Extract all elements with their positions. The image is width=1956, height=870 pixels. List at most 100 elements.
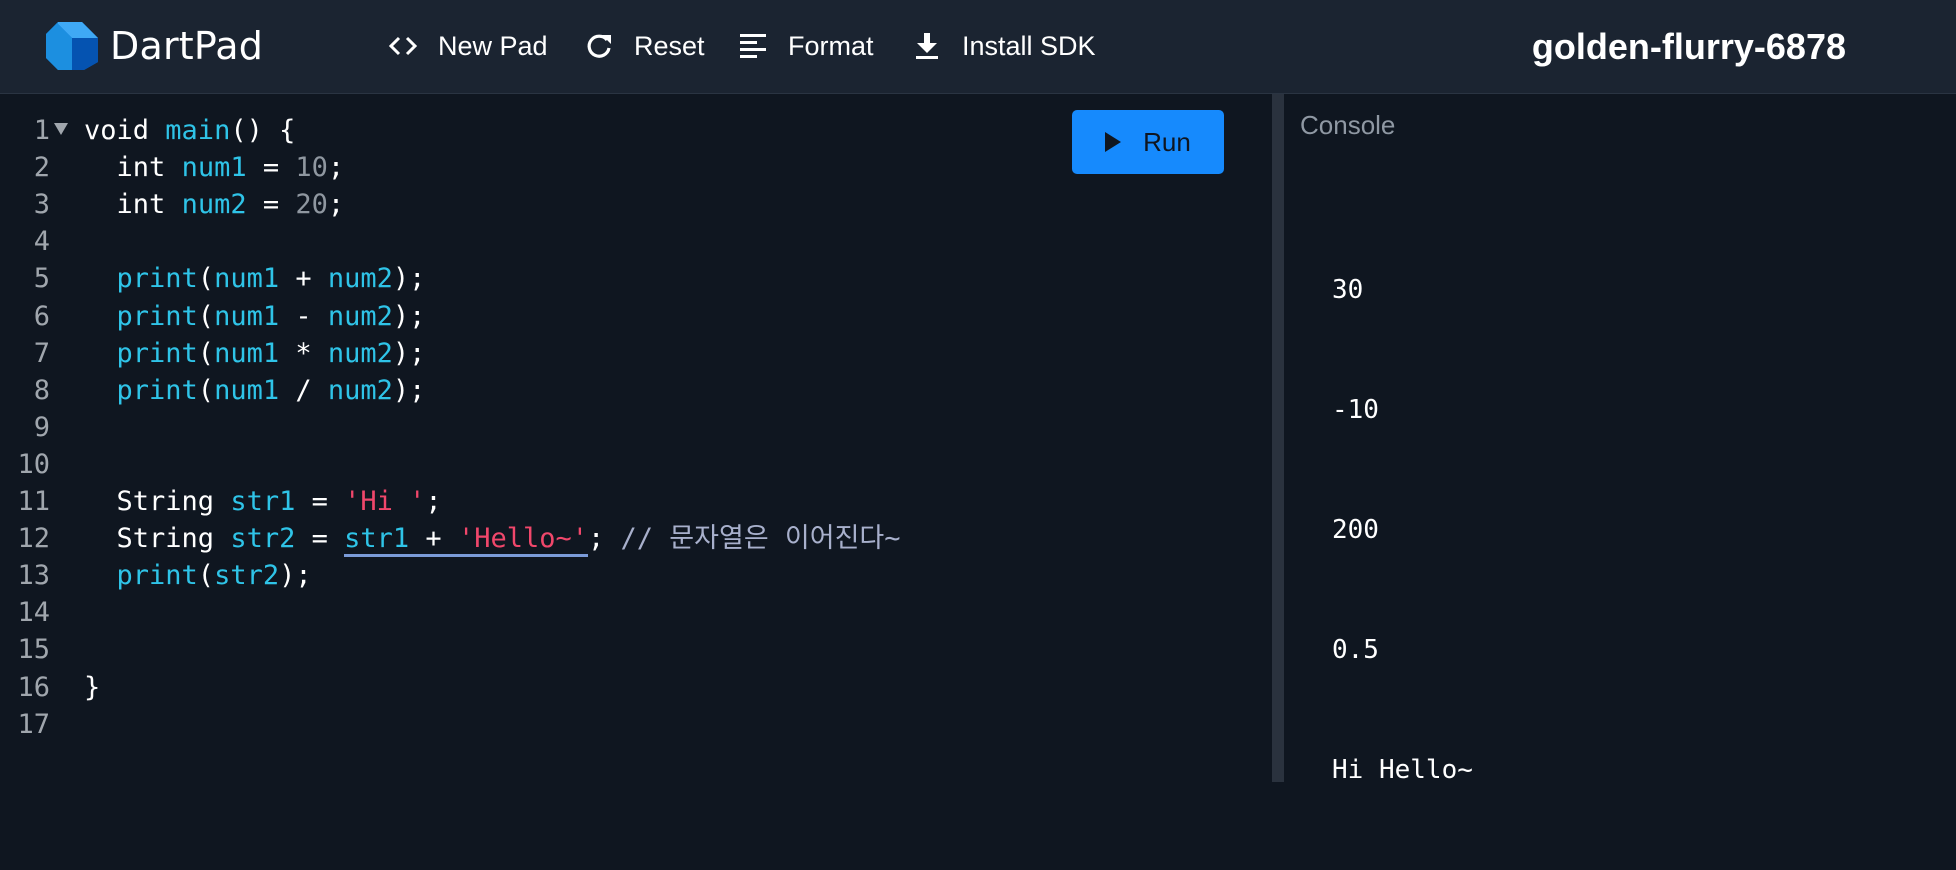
code-token: } (84, 671, 101, 703)
code-token: 10 (295, 152, 328, 184)
code-token: 20 (295, 189, 328, 221)
code-token: main (165, 115, 231, 146)
code-token: = (246, 152, 296, 184)
code-token: str2 (214, 560, 280, 592)
console-line: 30 (1332, 275, 1364, 305)
code-editor[interactable]: 1 void main() {2 int num1 = 10; 3 int num2… (0, 94, 1272, 782)
line-number: 2 (33, 152, 50, 184)
dart-logo-icon (46, 22, 98, 70)
project-name[interactable]: golden-flurry-6878 (1532, 22, 1846, 72)
code-line[interactable]: 13 print(str2); (0, 557, 1260, 594)
code-text: String str1 = 'Hi '; (84, 483, 442, 520)
line-number: 8 (33, 374, 50, 406)
code-token: ( (197, 300, 215, 332)
code-line[interactable]: 11 String str1 = 'Hi '; (0, 483, 1260, 520)
code-token: num2 (327, 337, 393, 369)
code-token: ; (327, 152, 345, 184)
code-token: / (279, 374, 328, 406)
reset-label: Reset (634, 30, 705, 61)
line-number: 3 (33, 189, 50, 221)
fold-arrow-icon[interactable] (54, 123, 68, 135)
code-line[interactable]: 14 (0, 594, 1260, 631)
code-token: String (116, 523, 215, 555)
top-bar: DartPad New Pad Reset Format Install SDK (0, 0, 1956, 94)
code-token: ); (392, 337, 426, 369)
console-line: 200 (1332, 515, 1379, 545)
code-token: ; (327, 189, 345, 221)
code-token: ); (392, 374, 426, 406)
code-line[interactable]: 1 void main() { (0, 112, 1260, 149)
code-line[interactable]: 4 (0, 223, 1260, 260)
code-line[interactable]: 15 (0, 631, 1260, 668)
code-token: num2 (327, 300, 393, 332)
code-token: num1 (214, 337, 280, 369)
code-token: + (279, 263, 328, 295)
console-title: Console (1300, 110, 1396, 140)
line-number: 15 (17, 634, 50, 666)
code-token: ); (392, 300, 426, 332)
line-number: 12 (17, 523, 50, 555)
code-line[interactable]: 17 (0, 706, 1260, 743)
code-line[interactable]: 5 print(num1 + num2); (0, 260, 1260, 297)
code-token: ); (279, 560, 312, 592)
code-token: = (295, 486, 345, 517)
new-pad-button[interactable]: New Pad (388, 24, 548, 68)
code-token: num1 (214, 263, 280, 295)
code-token: = (295, 523, 345, 555)
code-token: * (279, 337, 328, 369)
console-output: 30 -10 200 0.5 Hi Hello~ (1332, 190, 1473, 870)
code-token: str1 (344, 523, 410, 555)
line-number: 10 (17, 448, 50, 480)
code-text: print(num1 - num2); (84, 298, 426, 335)
code-token: print (116, 337, 198, 369)
line-number: 14 (17, 597, 50, 629)
align-left-icon (740, 34, 766, 58)
play-icon (1105, 132, 1122, 152)
console-panel: Console 30 -10 200 0.5 Hi Hello~ (1284, 94, 1956, 785)
code-line[interactable]: 7 print(num1 * num2); (0, 335, 1260, 372)
code-text: int num2 = 20; (84, 186, 345, 223)
code-line[interactable]: 8 print(num1 / num2); (0, 372, 1260, 409)
code-token: ; (425, 486, 442, 517)
code-token: num1 (214, 374, 280, 406)
code-token: num2 (327, 263, 393, 295)
code-brackets-icon (388, 36, 418, 56)
code-line[interactable]: 2 int num1 = 10; (0, 149, 1260, 186)
install-sdk-button[interactable]: Install SDK (912, 24, 1096, 68)
console-line: Hi Hello~ (1332, 755, 1473, 785)
code-line[interactable]: 12 String str2 = str1 + 'Hello~'; // 문자열… (0, 520, 1260, 558)
code-token: num2 (327, 374, 393, 406)
code-line[interactable]: 9 (0, 409, 1260, 446)
lint-underline[interactable]: str1 + 'Hello~' (344, 523, 588, 558)
panel-divider[interactable] (1272, 94, 1284, 782)
line-number: 5 (33, 263, 50, 295)
run-button[interactable]: Run (1072, 110, 1224, 174)
line-number: 6 (33, 300, 50, 332)
code-text: int num1 = 10; (84, 149, 345, 186)
code-line[interactable]: 10 (0, 446, 1260, 483)
code-token: str1 (230, 486, 296, 517)
app-brand: DartPad (110, 24, 264, 68)
code-token: ( (197, 560, 215, 592)
code-token: ); (392, 263, 426, 295)
code-token: // 문자열은 이어진다~ (620, 523, 901, 555)
line-number: 17 (17, 708, 50, 740)
code-line[interactable]: 16} (0, 669, 1260, 706)
line-number: 13 (17, 560, 50, 592)
code-line[interactable]: 3 int num2 = 20; (0, 186, 1260, 223)
format-button[interactable]: Format (738, 24, 874, 68)
code-line[interactable]: 6 print(num1 - num2); (0, 298, 1260, 335)
code-text: } (84, 669, 100, 706)
code-text: print(str2); (84, 557, 312, 594)
code-token: - (279, 300, 328, 332)
code-text: print(num1 * num2); (84, 335, 426, 372)
refresh-icon (587, 34, 611, 58)
install-sdk-label: Install SDK (962, 30, 1096, 61)
code-token: ; (588, 523, 605, 555)
new-pad-label: New Pad (438, 30, 548, 61)
code-token: str2 (230, 523, 296, 555)
code-token: num1 (181, 152, 247, 184)
reset-button[interactable]: Reset (584, 24, 705, 68)
code-token: 'Hi ' (344, 486, 426, 517)
code-token: num1 (214, 300, 280, 332)
